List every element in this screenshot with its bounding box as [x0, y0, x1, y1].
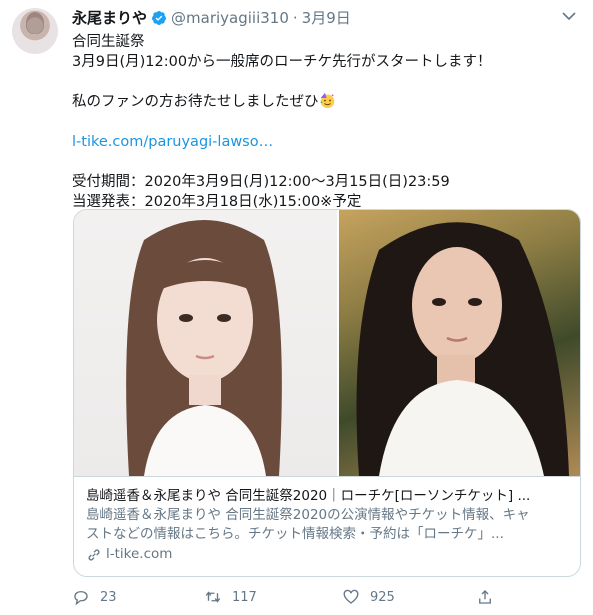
chevron-down-icon[interactable]	[559, 8, 579, 24]
tweet-line: 3月9日(月)12:00から一般席のローチケ先行がスタートします！	[72, 54, 492, 70]
tweet-date[interactable]: 3月9日	[302, 7, 351, 28]
author-avatar[interactable]	[12, 8, 58, 54]
card-domain-row: l-tike.com	[86, 545, 568, 564]
link-preview-card[interactable]: 島崎遥香＆永尾まりや 合同生誕祭2020｜ローチケ[ローソンチケット] ... …	[73, 209, 581, 577]
header-separator: ·	[292, 8, 298, 27]
tweet-line-with-emoji: 私のファンの方お待たせしましたぜひ	[72, 92, 577, 112]
tweet-text: 合同生誕祭 3月9日(月)12:00から一般席のローチケ先行がスタートします！ …	[72, 32, 577, 212]
like-button[interactable]: 925	[342, 588, 395, 606]
card-description-line: 島崎遥香＆永尾まりや 合同生誕祭2020の公演情報やチケット情報、キャ	[86, 507, 530, 523]
like-count: 925	[370, 589, 395, 605]
reply-button[interactable]: 23	[72, 588, 117, 606]
retweet-button[interactable]: 117	[204, 588, 257, 606]
author-handle[interactable]: @mariyagiii310	[171, 9, 289, 27]
retweet-icon	[205, 591, 221, 603]
party-face-emoji-icon	[320, 92, 334, 109]
tweet-line: 受付期間：2020年3月9日(月)12:00〜3月15日(日)23:59	[72, 174, 450, 190]
tweet-actions: 23 117 925	[72, 588, 512, 608]
share-icon	[479, 590, 491, 604]
card-title[interactable]: 島崎遥香＆永尾まりや 合同生誕祭2020｜ローチケ[ローソンチケット] ...	[86, 487, 568, 506]
portrait-woman-illustration	[356, 222, 569, 476]
reply-count: 23	[100, 589, 117, 605]
verified-badge-icon	[152, 10, 167, 25]
tweet-header: 永尾まりや @mariyagiii310 · 3月9日	[72, 7, 351, 28]
tweet-link[interactable]: l-tike.com/paruyagi-lawso…	[72, 132, 577, 152]
card-domain: l-tike.com	[106, 546, 173, 562]
tweet-line: 私のファンの方お待たせしましたぜひ	[72, 94, 319, 110]
retweet-count: 117	[232, 589, 257, 605]
card-description: 島崎遥香＆永尾まりや 合同生誕祭2020の公演情報やチケット情報、キャ ストなど…	[86, 506, 568, 544]
card-meta: 島崎遥香＆永尾まりや 合同生誕祭2020｜ローチケ[ローソンチケット] ... …	[74, 476, 580, 564]
portrait-woman-illustration	[126, 220, 282, 476]
tweet-line: 合同生誕祭	[72, 34, 145, 50]
link-icon	[88, 548, 100, 561]
card-description-line: ストなどの情報はこちら。チケット情報検索・予約は「ローチケ」...	[86, 526, 504, 542]
heart-icon	[343, 589, 359, 604]
card-image-left	[74, 210, 337, 476]
card-image-right	[339, 210, 580, 476]
author-name[interactable]: 永尾まりや	[72, 7, 147, 28]
reply-icon	[74, 591, 88, 606]
share-button[interactable]	[476, 588, 494, 606]
